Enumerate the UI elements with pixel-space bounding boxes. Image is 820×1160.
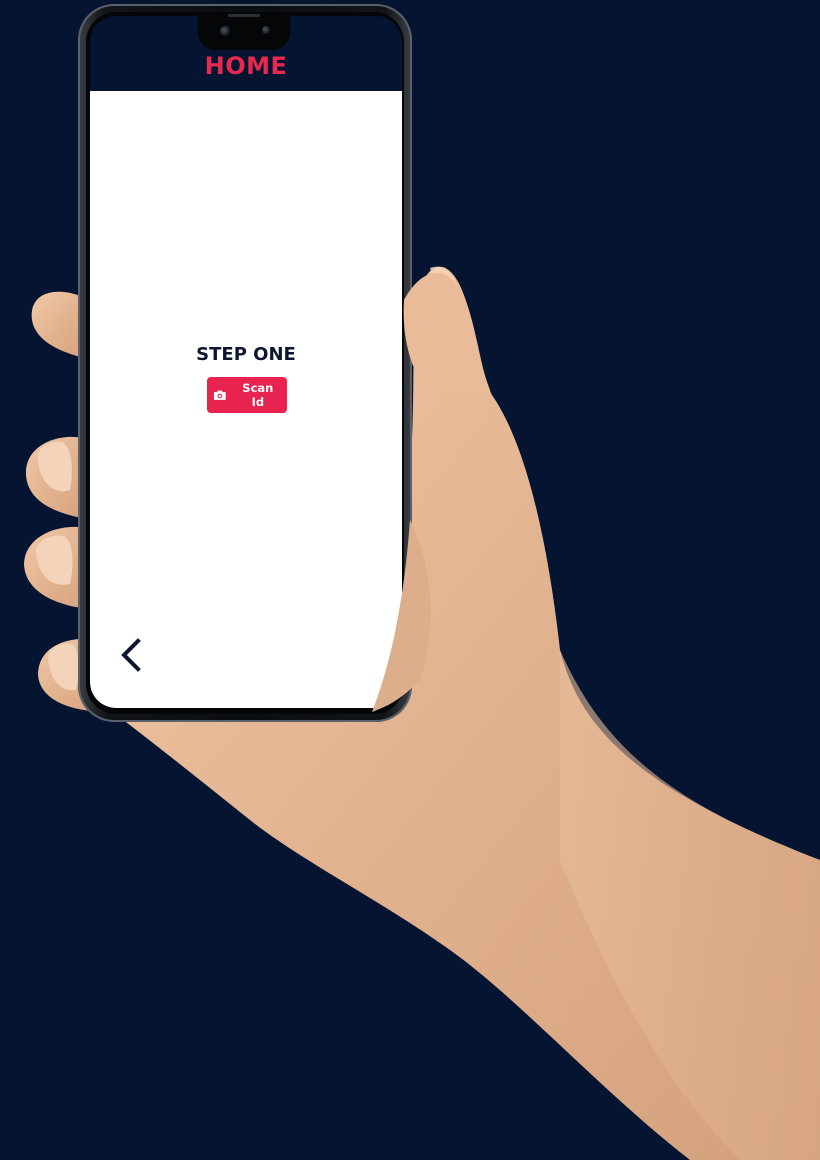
scan-id-button[interactable]: Scan Id	[207, 377, 287, 413]
step-title: STEP ONE	[196, 344, 296, 365]
app-content: STEP ONE Scan Id	[90, 91, 402, 708]
speaker-grille	[228, 14, 260, 17]
camera-icon	[213, 390, 226, 400]
sensor-icon	[262, 26, 270, 34]
scan-id-label: Scan Id	[242, 381, 274, 409]
front-camera-icon	[220, 26, 230, 36]
back-button[interactable]	[112, 633, 152, 677]
page-title: HOME	[204, 52, 288, 80]
phone-screen: HOME STEP ONE Scan Id	[90, 16, 402, 708]
scene: HOME STEP ONE Scan Id	[0, 0, 820, 1160]
phone-notch	[198, 12, 290, 50]
chevron-left-icon	[121, 638, 141, 672]
